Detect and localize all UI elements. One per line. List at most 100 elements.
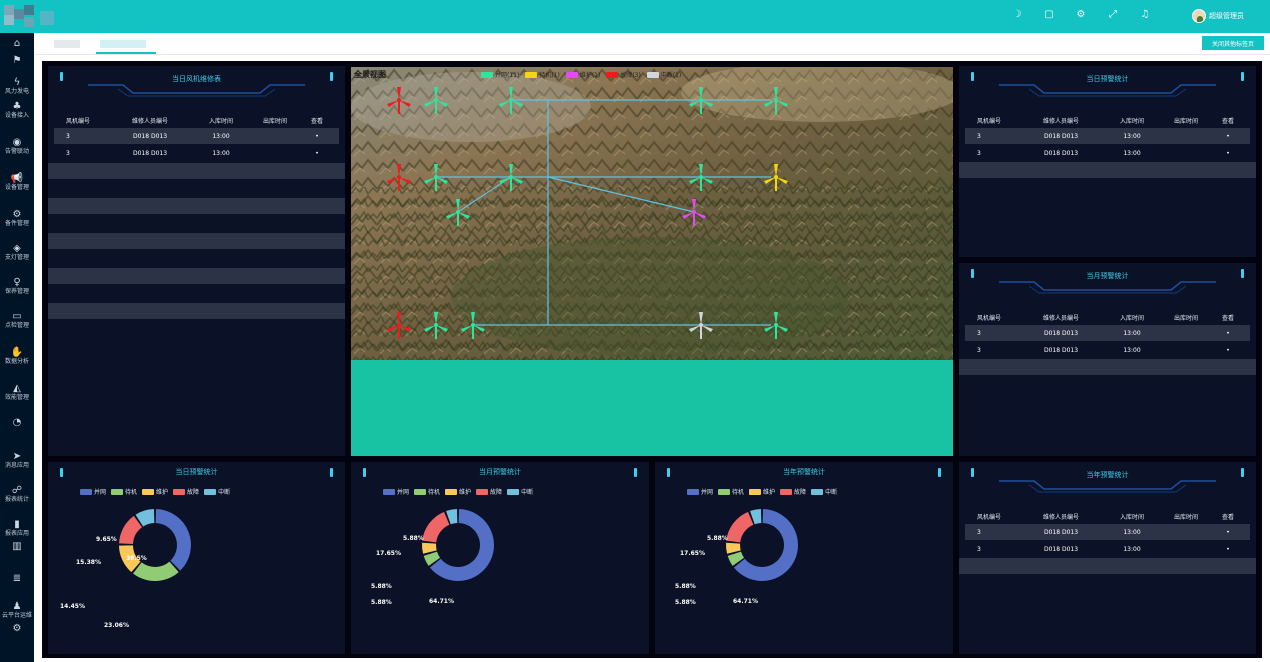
donut-slice[interactable]	[133, 561, 179, 581]
sidebar-item-11[interactable]: ◭ 效能管理	[0, 383, 34, 402]
donut-slice[interactable]	[726, 542, 741, 554]
chart-legend-item[interactable]: 维护	[142, 487, 168, 496]
legend-swatch	[565, 71, 578, 78]
sidebar-item-1[interactable]: ⚑	[0, 55, 34, 66]
sidebar-item-8[interactable]: ♀ 保养管理	[0, 277, 34, 296]
chart-legend-item[interactable]: 并网	[687, 487, 713, 496]
map-legend-item[interactable]: 中断(1)	[646, 70, 681, 79]
table-cell[interactable]: •	[1213, 529, 1243, 536]
chart-legend-item[interactable]: 中断	[507, 487, 533, 496]
wind-turbine-icon[interactable]	[443, 197, 473, 227]
chart-legend-item[interactable]: 并网	[80, 487, 106, 496]
chart-legend-item[interactable]: 待机	[414, 487, 440, 496]
sidebar-item-18[interactable]: ♟ 云平台运维	[0, 601, 34, 620]
user-name[interactable]: 超级管理员	[1209, 11, 1244, 21]
document-icon[interactable]: ▢	[1042, 8, 1056, 22]
sidebar-item-6[interactable]: ⚙ 备件管理	[0, 209, 34, 228]
sidebar-item-5[interactable]: 📢 设备管理	[0, 173, 34, 192]
donut-slice[interactable]	[119, 515, 143, 545]
wind-turbine-icon[interactable]	[686, 85, 716, 115]
slice-label: 17.65%	[376, 550, 401, 557]
wind-turbine-icon[interactable]	[686, 310, 716, 340]
sidebar-item-3[interactable]: ♣ 设备接入	[0, 101, 34, 120]
wind-turbine-icon[interactable]	[679, 197, 709, 227]
table-row[interactable]: 3 D018 D013 13:00 •	[54, 145, 339, 161]
wind-turbine-icon[interactable]	[686, 162, 716, 192]
chart-legend-item[interactable]: 中断	[204, 487, 230, 496]
worker-icon: ♟	[12, 601, 22, 612]
chart-legend-item[interactable]: 待机	[111, 487, 137, 496]
map-legend-item[interactable]: 待机(1)	[525, 70, 560, 79]
sidebar-item-4[interactable]: ◉ 告警联动	[0, 137, 34, 156]
user-menu[interactable]: 超级管理员	[1192, 9, 1244, 23]
gear-icon[interactable]: ⚙	[1074, 8, 1088, 22]
table-row[interactable]: 3 D018 D013 13:00 •	[965, 524, 1250, 540]
table-row[interactable]: 3 D018 D013 13:00 •	[965, 541, 1250, 557]
avatar[interactable]	[1192, 9, 1206, 23]
wind-turbine-icon[interactable]	[421, 85, 451, 115]
table-row[interactable]: 3 D018 D013 13:00 •	[54, 128, 339, 144]
table-cell[interactable]: •	[302, 133, 332, 140]
legend-label: 中断	[218, 489, 231, 496]
wind-turbine-icon[interactable]	[458, 310, 488, 340]
sidebar-item-2[interactable]: ϟ 风力发电	[0, 77, 34, 96]
wind-turbine-icon[interactable]	[421, 162, 451, 192]
map-legend-item[interactable]: 故障(3)	[606, 70, 641, 79]
sidebar-item-17[interactable]: ≣	[0, 573, 34, 584]
chart-legend-item[interactable]: 中断	[811, 487, 837, 496]
wind-turbine-icon[interactable]	[384, 162, 414, 192]
sidebar-item-7[interactable]: ◈ 支灯管理	[0, 243, 34, 262]
table-cell[interactable]: •	[1213, 546, 1243, 553]
chart-legend-item[interactable]: 并网	[383, 487, 409, 496]
wind-turbine-icon[interactable]	[384, 310, 414, 340]
chart-legend-item[interactable]: 故障	[780, 487, 806, 496]
sidebar-item-14[interactable]: ☍ 报表统计	[0, 485, 34, 504]
wind-turbine-icon[interactable]	[496, 162, 526, 192]
wind-turbine-icon[interactable]	[384, 85, 414, 115]
close-other-tabs-button[interactable]: 关闭其他标签页	[1202, 36, 1264, 50]
sidebar-item-15[interactable]: ▮ 报表应用	[0, 519, 34, 538]
table-cell[interactable]: •	[1213, 150, 1243, 157]
table-cell[interactable]: •	[1213, 133, 1243, 140]
sidebar-item-19[interactable]: ⚙	[0, 623, 34, 634]
chart-legend-item[interactable]: 故障	[173, 487, 199, 496]
donut-chart[interactable]	[351, 500, 648, 650]
donut-chart[interactable]	[48, 500, 345, 650]
map-legend-item[interactable]: 维护(1)	[565, 70, 600, 79]
sidebar-item-10[interactable]: ✋ 数据分析	[0, 347, 34, 366]
chart-legend-item[interactable]: 故障	[476, 487, 502, 496]
sidebar-item-13[interactable]: ➤ 消息应用	[0, 451, 34, 470]
table-row[interactable]: 3 D018 D013 13:00 •	[965, 128, 1250, 144]
moon-icon[interactable]: ☽	[1010, 8, 1024, 22]
chart-legend-item[interactable]: 待机	[718, 487, 744, 496]
wind-turbine-icon[interactable]	[421, 310, 451, 340]
chart-legend-item[interactable]: 维护	[445, 487, 471, 496]
cluster-icon: ☍	[11, 485, 23, 496]
expand-icon[interactable]: ⤢	[1106, 8, 1120, 22]
tab-home[interactable]	[54, 40, 80, 48]
bell-icon[interactable]: ♫	[1138, 8, 1152, 22]
sidebar-item-12[interactable]: ◔	[0, 417, 34, 428]
table-cell[interactable]: •	[1213, 330, 1243, 337]
donut-chart[interactable]	[655, 500, 952, 650]
wind-turbine-icon[interactable]	[761, 85, 791, 115]
sidebar-item-16[interactable]: ▥	[0, 541, 34, 552]
donut-slice[interactable]	[422, 511, 450, 543]
table-cell[interactable]: •	[302, 150, 332, 157]
table-row[interactable]: 3 D018 D013 13:00 •	[965, 325, 1250, 341]
map-legend-item[interactable]: 并网(11)	[481, 70, 519, 79]
chart-legend-item[interactable]: 维护	[749, 487, 775, 496]
tab-active[interactable]	[100, 40, 146, 48]
donut-slice[interactable]	[155, 509, 192, 571]
table-row[interactable]: 3 D018 D013 13:00 •	[965, 145, 1250, 161]
donut-slice[interactable]	[422, 542, 437, 554]
panorama-map[interactable]: 全景视图 并网(11) 待机(1) 维护(1) 故障(3) 中断(1)	[351, 67, 953, 360]
wind-turbine-icon[interactable]	[496, 85, 526, 115]
sidebar-item-0[interactable]: ⌂	[0, 38, 34, 49]
donut-slice[interactable]	[726, 511, 754, 543]
sidebar-item-9[interactable]: ▭ 点检管理	[0, 311, 34, 330]
table-row[interactable]: 3 D018 D013 13:00 •	[965, 342, 1250, 358]
table-cell[interactable]: •	[1213, 347, 1243, 354]
wind-turbine-icon[interactable]	[761, 310, 791, 340]
wind-turbine-icon[interactable]	[761, 162, 791, 192]
